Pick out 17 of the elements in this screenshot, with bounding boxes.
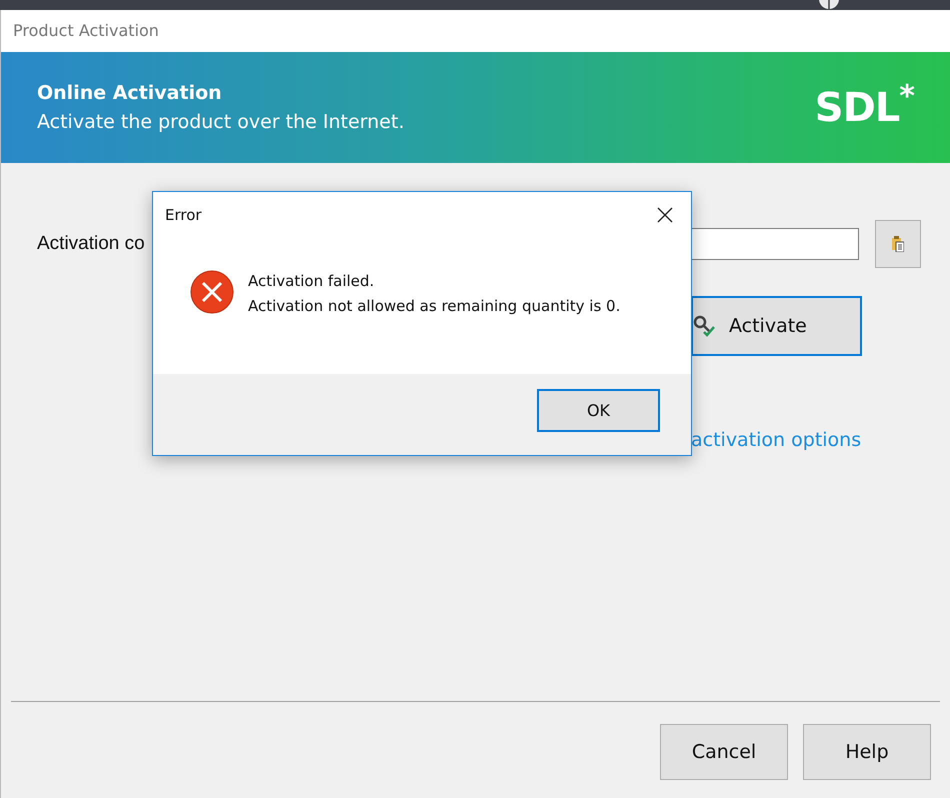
help-button[interactable]: Help [803,724,931,780]
paste-button[interactable] [875,220,921,268]
banner-subtitle: Activate the product over the Internet. [37,110,404,134]
close-icon [657,207,673,223]
banner-title: Online Activation [37,81,223,106]
window-title: Product Activation [13,20,159,42]
field-label: Activation co [37,232,146,256]
error-icon [190,270,234,314]
activate-button[interactable]: Activate [691,296,862,356]
key-check-icon [693,315,715,337]
error-message: Activation not allowed as remaining quantity is 0. [248,296,620,317]
dialog-title: Error [165,204,202,226]
activation-code-field[interactable] [691,228,859,260]
cancel-button[interactable]: Cancel [660,724,788,780]
ok-button[interactable]: OK [537,389,660,432]
clipboard-icon [892,236,904,252]
error-message: Activation failed. [248,271,376,292]
